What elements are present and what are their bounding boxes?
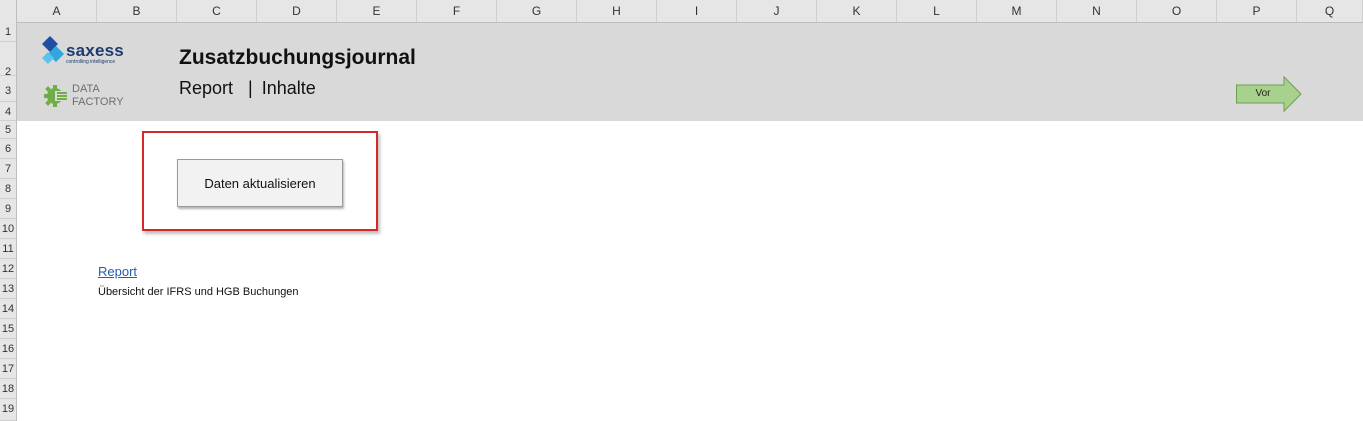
column-header-c[interactable]: C	[177, 0, 257, 22]
column-header-f[interactable]: F	[417, 0, 497, 22]
column-header-p[interactable]: P	[1217, 0, 1297, 22]
saxess-logo-text: saxess	[66, 41, 124, 60]
datafactory-line1: DATA	[72, 83, 100, 95]
datafactory-line2: FACTORY	[72, 96, 124, 108]
row-header-14[interactable]: 14	[0, 299, 16, 319]
column-header-a[interactable]: A	[17, 0, 97, 22]
row-header-3[interactable]: 3	[0, 76, 16, 102]
header-banner	[17, 23, 1363, 121]
column-header-i[interactable]: I	[657, 0, 737, 22]
report-description: Übersicht der IFRS und HGB Buchungen	[98, 286, 299, 298]
row-header-18[interactable]: 18	[0, 379, 16, 399]
row-header-12[interactable]: 12	[0, 259, 16, 279]
column-header-g[interactable]: G	[497, 0, 577, 22]
breadcrumb: Report | Inhalte	[179, 78, 316, 99]
column-header-o[interactable]: O	[1137, 0, 1217, 22]
row-header-2[interactable]: 2	[0, 42, 16, 76]
row-header-10[interactable]: 10	[0, 219, 16, 239]
breadcrumb-separator: |	[248, 78, 253, 98]
row-header-9[interactable]: 9	[0, 199, 16, 219]
column-header-m[interactable]: M	[977, 0, 1057, 22]
datafactory-logo-text: DATA FACTORY	[72, 83, 124, 109]
column-header-q[interactable]: Q	[1297, 0, 1363, 22]
row-header-1[interactable]: 1	[0, 22, 16, 42]
refresh-data-button[interactable]: Daten aktualisieren	[177, 159, 343, 207]
breadcrumb-report: Report	[179, 78, 234, 98]
column-header-j[interactable]: J	[737, 0, 817, 22]
row-header-17[interactable]: 17	[0, 359, 16, 379]
row-header-5[interactable]: 5	[0, 121, 16, 139]
gear-icon	[44, 85, 67, 107]
column-header-d[interactable]: D	[257, 0, 337, 22]
next-button[interactable]	[1236, 76, 1302, 112]
row-header-8[interactable]: 8	[0, 179, 16, 199]
worksheet: A B C D E F G H I J K L M N O P Q 1 2 3 …	[0, 0, 1363, 421]
row-header-7[interactable]: 7	[0, 159, 16, 179]
row-header-11[interactable]: 11	[0, 239, 16, 259]
row-header-19[interactable]: 19	[0, 399, 16, 421]
row-header-bar: 1 2 3 4 5 6 7 8 9 10 11 12 13 14 15 16 1…	[0, 22, 17, 421]
page-title: Zusatzbuchungsjournal	[179, 46, 416, 69]
column-header-l[interactable]: L	[897, 0, 977, 22]
row-header-15[interactable]: 15	[0, 319, 16, 339]
column-header-bar: A B C D E F G H I J K L M N O P Q	[0, 0, 1363, 23]
column-header-h[interactable]: H	[577, 0, 657, 22]
select-all-corner[interactable]	[0, 0, 17, 22]
column-header-b[interactable]: B	[97, 0, 177, 22]
breadcrumb-contents: Inhalte	[261, 78, 316, 98]
saxess-tagline: controlling intelligence	[66, 59, 116, 65]
column-header-n[interactable]: N	[1057, 0, 1137, 22]
column-header-e[interactable]: E	[337, 0, 417, 22]
row-header-4[interactable]: 4	[0, 102, 16, 121]
row-header-13[interactable]: 13	[0, 279, 16, 299]
column-header-k[interactable]: K	[817, 0, 897, 22]
row-header-6[interactable]: 6	[0, 139, 16, 159]
report-link[interactable]: Report	[98, 264, 137, 279]
row-header-16[interactable]: 16	[0, 339, 16, 359]
